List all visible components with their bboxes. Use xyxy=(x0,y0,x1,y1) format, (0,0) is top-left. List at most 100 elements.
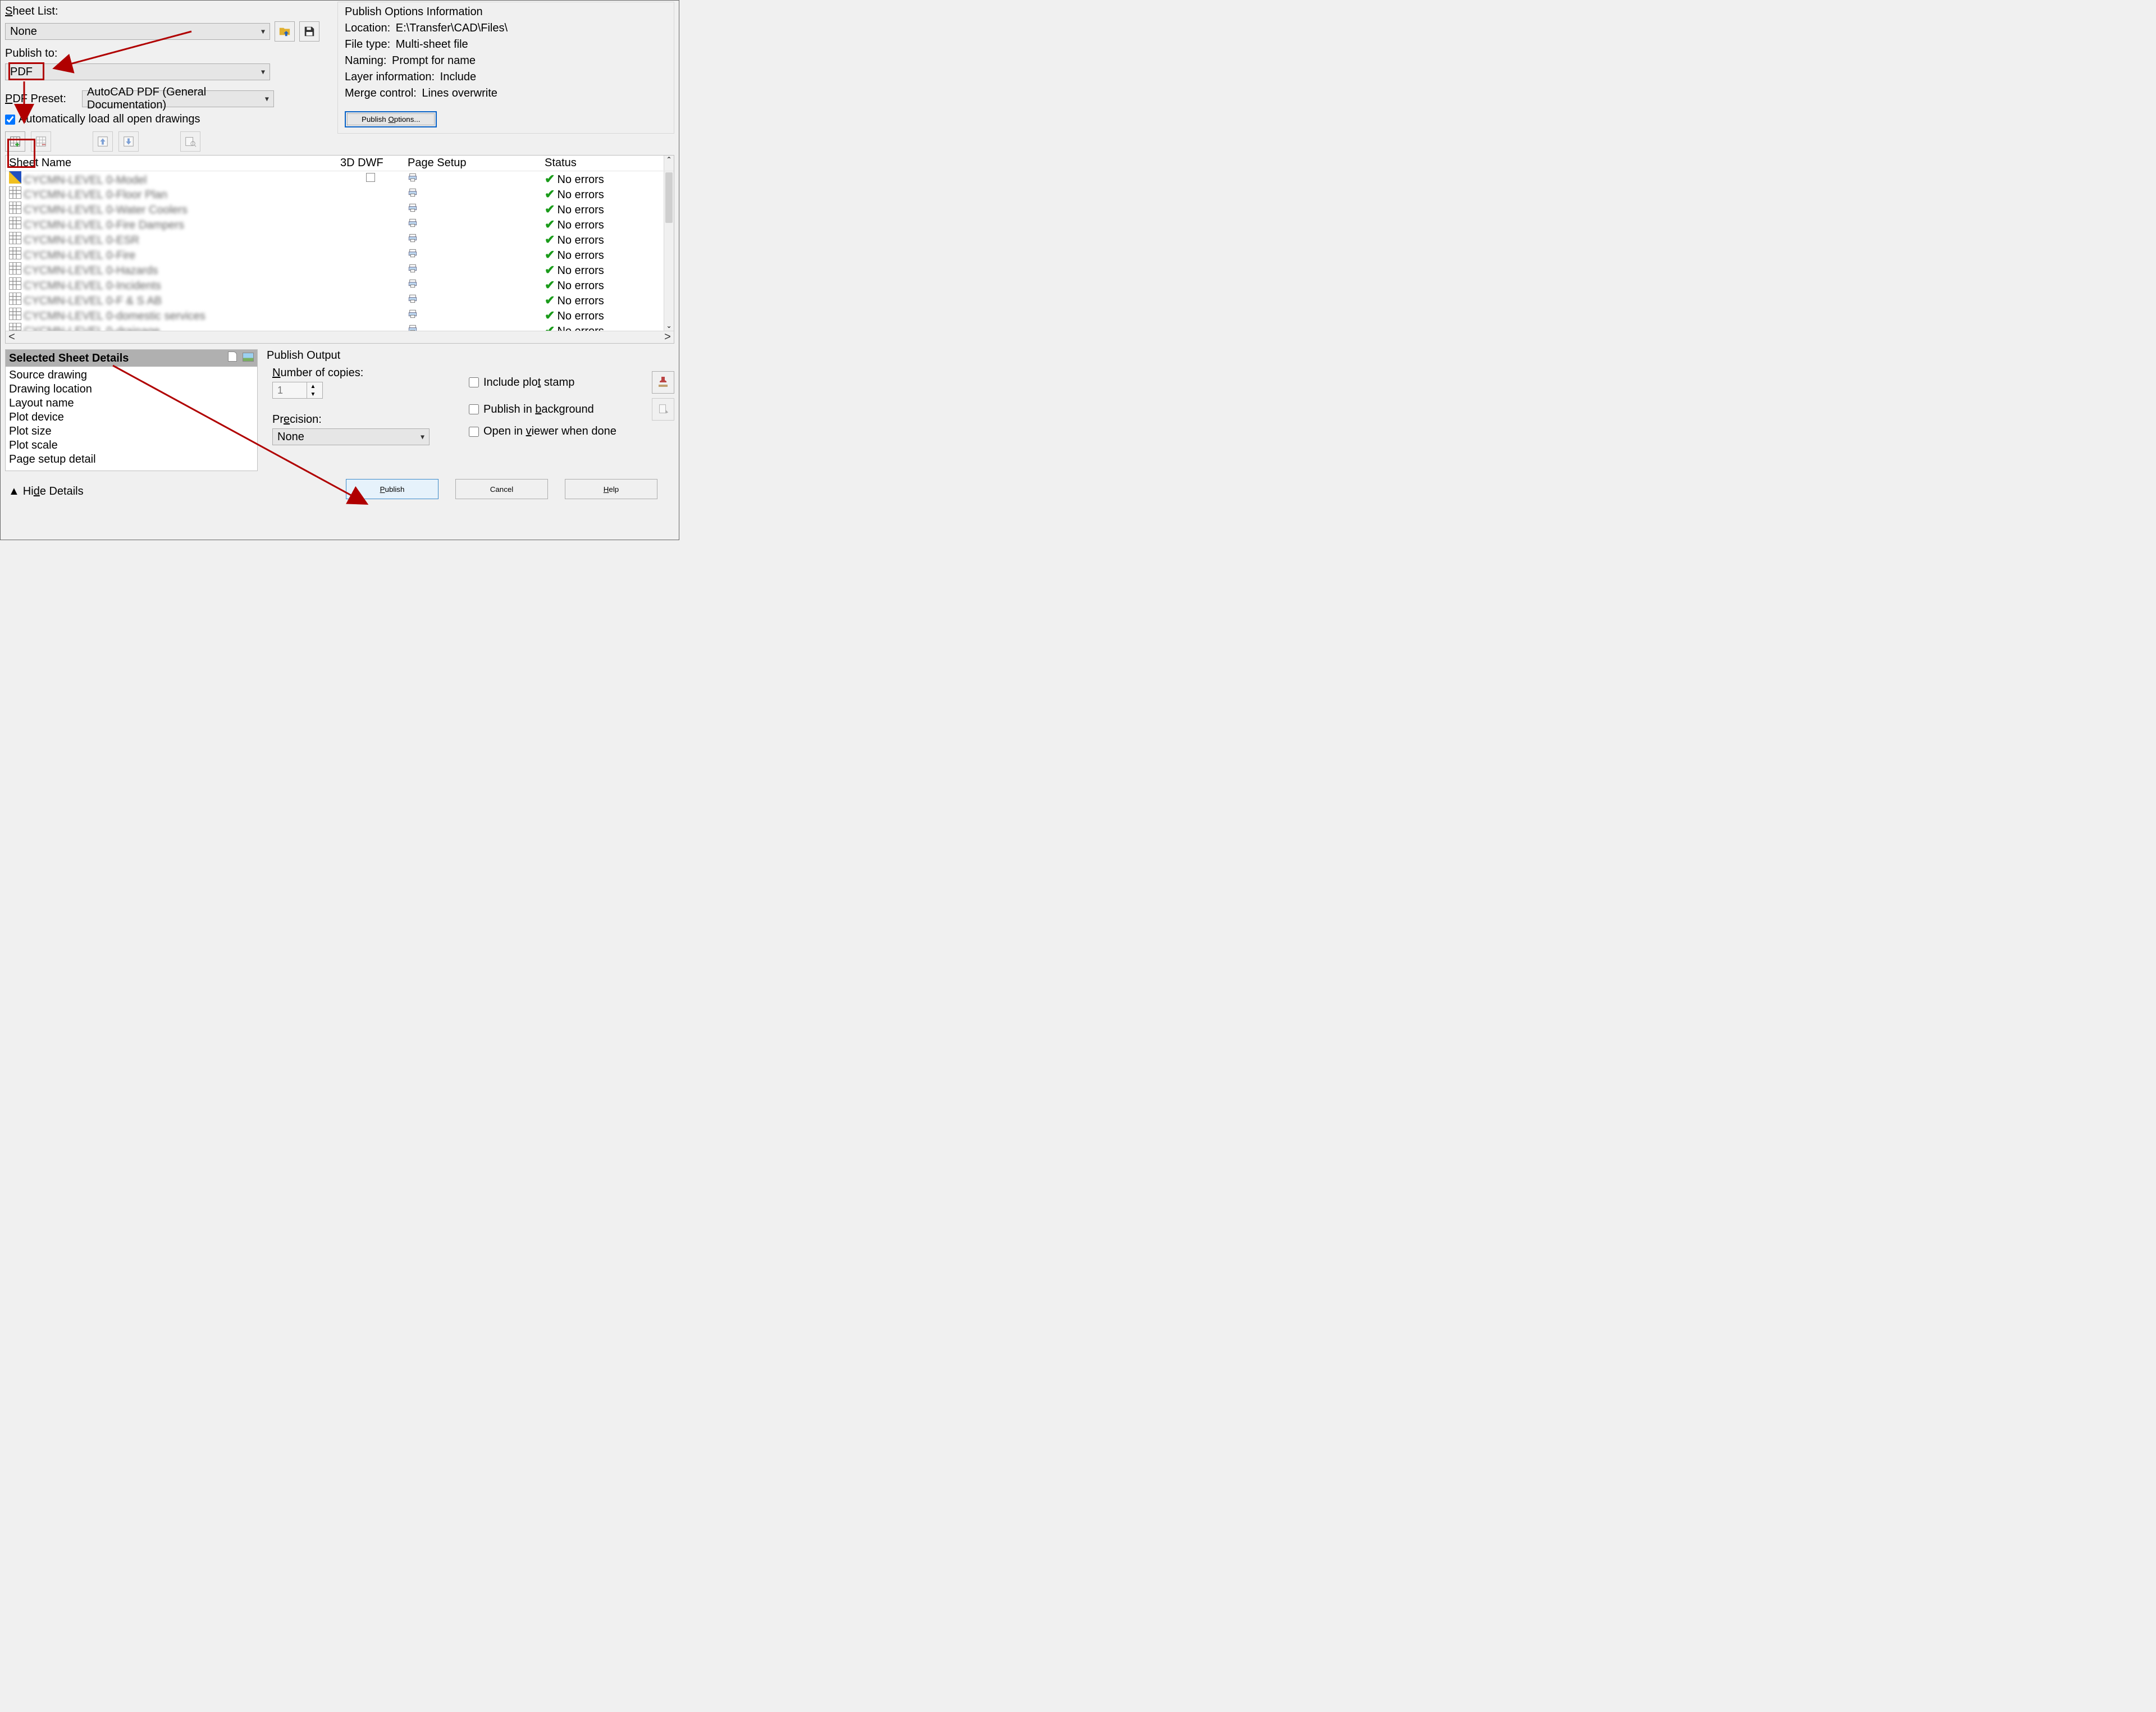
col-page-setup[interactable]: Page Setup xyxy=(404,156,541,171)
status-text: No errors xyxy=(557,174,604,186)
check-icon: ✔ xyxy=(545,202,555,217)
preview-button[interactable] xyxy=(180,131,200,152)
selected-sheet-details-panel: Selected Sheet Details Source drawingDra… xyxy=(5,349,258,471)
scroll-up-icon[interactable]: ⌃ xyxy=(664,156,674,171)
scroll-left-icon[interactable]: < xyxy=(6,331,18,344)
collapse-icon: ▲ xyxy=(8,485,20,498)
model-icon xyxy=(9,171,21,184)
open-in-viewer-label: Open in viewer when done xyxy=(483,425,616,438)
table-row[interactable]: CYCMN-LEVEL 0-Fire Dampers✔No errors xyxy=(6,217,664,232)
auto-load-checkbox[interactable] xyxy=(5,115,15,125)
detail-row: Plot scale xyxy=(9,439,254,452)
publish-option-line: Layer information: Include xyxy=(345,71,667,84)
table-row[interactable]: CYCMN-LEVEL 0-F & S AB✔No errors xyxy=(6,293,664,308)
include-plot-stamp-checkbox[interactable] xyxy=(469,377,479,387)
sheet-list-combo[interactable]: None ▾ xyxy=(5,23,270,40)
publish-option-line: Location: E:\Transfer\CAD\Files\ xyxy=(345,22,667,35)
pdf-preset-combo[interactable]: AutoCAD PDF (General Documentation) ▾ xyxy=(82,90,274,107)
vertical-scrollbar[interactable]: ⌄ xyxy=(664,171,674,331)
printer-icon xyxy=(408,263,418,273)
publish-background-label: Publish in background xyxy=(483,403,594,416)
table-row[interactable]: CYCMN-LEVEL 0-domestic services✔No error… xyxy=(6,308,664,323)
status-text: No errors xyxy=(557,310,604,322)
table-row[interactable]: CYCMN-LEVEL 0-Model ✔No errors xyxy=(6,171,664,186)
printer-icon xyxy=(408,309,418,319)
status-text: No errors xyxy=(557,249,604,262)
col-3d-dwf[interactable]: 3D DWF xyxy=(337,156,404,171)
table-row[interactable]: CYCMN-LEVEL 0-Incidents ✔No errors xyxy=(6,277,664,293)
number-of-copies-spinner[interactable]: ▲▼ xyxy=(272,382,323,399)
sheet-name-text: CYCMN-LEVEL 0-Model xyxy=(24,174,147,186)
col-sheet-name[interactable]: Sheet Name xyxy=(6,156,337,171)
publish-to-combo[interactable]: PDF ▾ xyxy=(5,63,270,80)
chevron-down-icon: ▾ xyxy=(261,67,265,77)
horizontal-scrollbar[interactable]: < > xyxy=(6,331,674,343)
check-icon: ✔ xyxy=(545,278,555,293)
check-icon: ✔ xyxy=(545,187,555,202)
include-plot-stamp-label: Include plot stamp xyxy=(483,376,574,389)
detail-row: Plot device xyxy=(9,411,254,424)
check-icon: ✔ xyxy=(545,217,555,232)
sheet-name-text: CYCMN-LEVEL 0-Fire Dampers xyxy=(24,219,184,231)
publish-background-checkbox[interactable] xyxy=(469,404,479,414)
move-sheet-down-button[interactable] xyxy=(118,131,139,152)
table-row[interactable]: CYCMN-LEVEL 0-Fire✔No errors xyxy=(6,247,664,262)
open-sheet-list-button[interactable] xyxy=(275,21,295,42)
printer-icon xyxy=(408,279,418,289)
3d-dwf-checkbox[interactable] xyxy=(366,173,375,182)
image-icon xyxy=(243,353,254,362)
layout-icon xyxy=(9,202,21,214)
check-icon: ✔ xyxy=(545,248,555,262)
detail-row: Source drawing xyxy=(9,369,254,382)
cancel-button[interactable]: Cancel xyxy=(455,479,548,499)
sheet-list-table[interactable]: Sheet Name 3D DWF Page Setup Status ⌃ CY… xyxy=(5,155,674,344)
layout-icon xyxy=(9,232,21,244)
detail-row: Plot size xyxy=(9,425,254,438)
check-icon: ✔ xyxy=(545,172,555,186)
table-row[interactable]: CYCMN-LEVEL 0-ESR ✔No errors xyxy=(6,232,664,247)
check-icon: ✔ xyxy=(545,232,555,247)
layout-icon xyxy=(9,277,21,290)
layout-icon xyxy=(9,308,21,320)
status-text: No errors xyxy=(557,234,604,246)
chevron-down-icon: ▾ xyxy=(261,27,265,36)
publish-button[interactable]: Publish xyxy=(346,479,438,499)
publish-option-line: File type: Multi-sheet file xyxy=(345,38,667,51)
layout-icon xyxy=(9,323,21,331)
spinner-down-icon[interactable]: ▼ xyxy=(307,390,319,398)
open-in-viewer-checkbox[interactable] xyxy=(469,427,479,437)
detail-row: Drawing location xyxy=(9,383,254,396)
help-button[interactable]: Help xyxy=(565,479,657,499)
save-sheet-list-button[interactable] xyxy=(299,21,319,42)
plot-stamp-settings-button[interactable] xyxy=(652,371,674,394)
spinner-up-icon[interactable]: ▲ xyxy=(307,382,319,390)
publish-options-button[interactable]: Publish Options... xyxy=(345,111,437,127)
printer-icon xyxy=(408,233,418,243)
status-text: No errors xyxy=(557,295,604,307)
status-text: No errors xyxy=(557,280,604,292)
status-text: No errors xyxy=(557,264,604,277)
selected-sheet-details-title: Selected Sheet Details xyxy=(9,352,129,365)
hide-details-toggle[interactable]: ▲ Hide Details xyxy=(8,485,84,498)
status-text: No errors xyxy=(557,204,604,216)
status-text: No errors xyxy=(557,189,604,201)
table-row[interactable]: CYCMN-LEVEL 0-Water Coolers✔No errors xyxy=(6,202,664,217)
table-row[interactable]: CYCMN-LEVEL 0-drainage✔No errors xyxy=(6,323,664,331)
sheet-name-text: CYCMN-LEVEL 0-Incidents xyxy=(24,280,161,292)
scroll-right-icon[interactable]: > xyxy=(661,331,674,344)
table-row[interactable]: CYCMN-LEVEL 0-Hazards✔No errors xyxy=(6,262,664,277)
move-sheet-up-button[interactable] xyxy=(93,131,113,152)
auto-load-label: Automatically load all open drawings xyxy=(19,113,200,126)
number-of-copies-label: Number of copies: xyxy=(272,367,363,379)
pdf-preset-label: PDF Preset: xyxy=(5,93,66,106)
table-row[interactable]: CYCMN-LEVEL 0-Floor Plan✔No errors xyxy=(6,186,664,202)
printer-icon xyxy=(408,188,418,198)
layout-icon xyxy=(9,186,21,199)
printer-icon xyxy=(408,218,418,228)
sheet-name-text: CYCMN-LEVEL 0-ESR xyxy=(24,234,139,246)
background-settings-button[interactable] xyxy=(652,398,674,421)
page-icon xyxy=(228,351,237,362)
publish-options-info-title: Publish Options Information xyxy=(345,6,667,19)
col-status[interactable]: Status xyxy=(541,156,664,171)
precision-combo[interactable]: None ▾ xyxy=(272,428,430,445)
